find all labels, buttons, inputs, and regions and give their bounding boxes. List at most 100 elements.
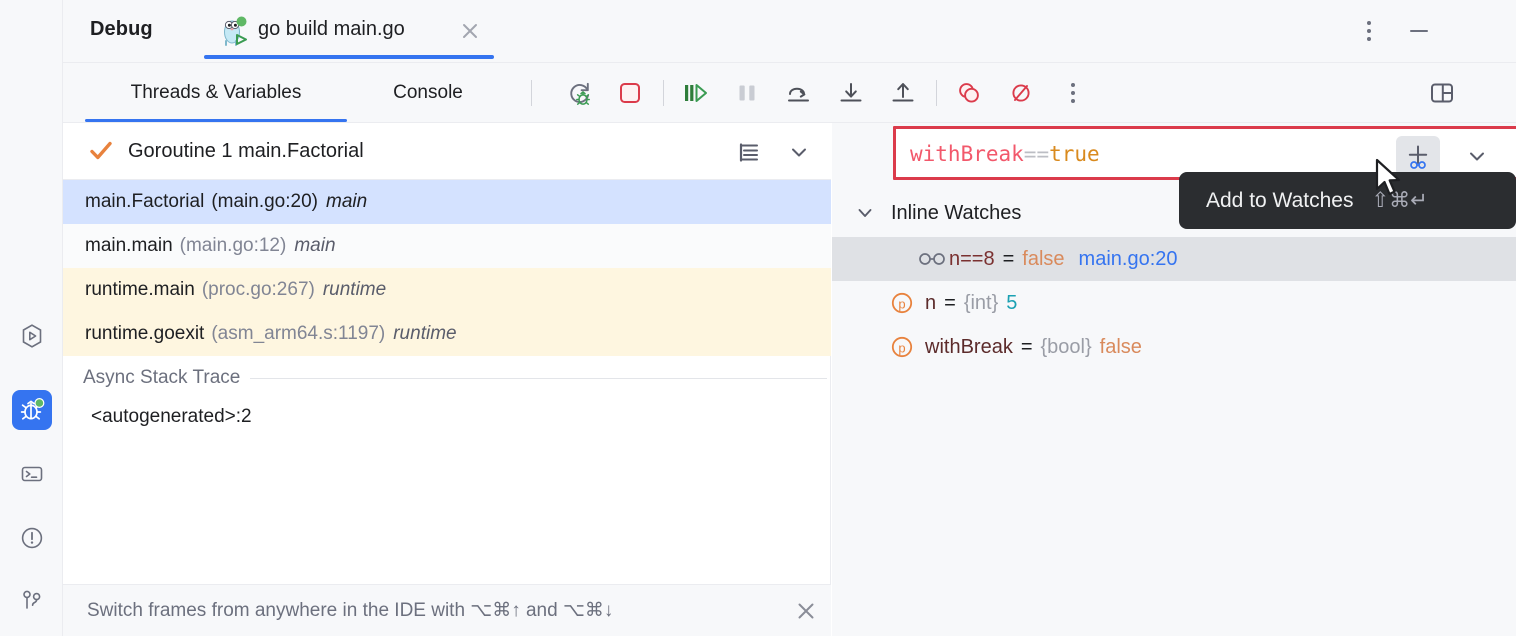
toolbar-divider: [531, 80, 532, 106]
variable-equals: =: [944, 292, 956, 315]
frame-module: runtime: [323, 279, 386, 301]
problems-icon: [19, 525, 45, 551]
goroutine-dropdown-button[interactable]: [785, 138, 813, 166]
tab-threads-and-variables[interactable]: Threads & Variables: [85, 63, 347, 122]
goroutine-header[interactable]: Goroutine 1 main.Factorial: [63, 123, 831, 180]
run-tab-label: go build main.go: [258, 18, 405, 41]
list-item[interactable]: <autogenerated>:2: [63, 397, 831, 437]
pause-icon: [733, 79, 761, 107]
frame-location: (main.go:20): [211, 191, 318, 213]
frame-location: (main.go:12): [180, 235, 287, 257]
frame-function: main.main: [85, 235, 173, 257]
mouse-cursor: [1374, 158, 1406, 200]
layout-settings-button[interactable]: [1425, 76, 1459, 110]
run-configuration-tab[interactable]: go build main.go: [204, 0, 494, 63]
page-title: Debug: [90, 18, 153, 41]
parameter-p-icon: p: [889, 290, 915, 316]
rerun-debug-button[interactable]: [563, 76, 597, 110]
frame-location: (asm_arm64.s:1197): [211, 323, 385, 345]
table-row[interactable]: main.Factorial (main.go:20) main: [63, 180, 831, 224]
resume-button[interactable]: [678, 76, 712, 110]
watch-source-link[interactable]: main.go:20: [1079, 248, 1178, 271]
activity-item-debug[interactable]: [12, 390, 52, 430]
view-breakpoints-button[interactable]: [952, 76, 986, 110]
watch-equals: =: [1003, 248, 1015, 271]
variable-value: 5: [1006, 292, 1017, 315]
minimize-button[interactable]: [1403, 17, 1435, 45]
tab-console[interactable]: Console: [363, 63, 493, 122]
go-gopher-icon: [218, 14, 252, 48]
chevron-down-icon: [786, 139, 812, 165]
frame-module: main: [294, 235, 335, 257]
rerun-debug-icon: [565, 78, 595, 108]
tooltip-label: Add to Watches: [1206, 189, 1353, 213]
variable-type: {bool}: [1041, 336, 1092, 359]
activity-item-run[interactable]: [12, 316, 52, 356]
toolbar-divider: [936, 80, 937, 106]
resume-icon: [680, 78, 710, 108]
hint-text: Switch frames from anywhere in the IDE w…: [87, 599, 613, 622]
close-tab-button[interactable]: [459, 20, 481, 42]
svg-text:p: p: [898, 296, 905, 311]
step-into-icon: [836, 78, 866, 108]
goroutine-label: Goroutine 1 main.Factorial: [128, 140, 364, 163]
toolbar-more-options-button[interactable]: [1056, 76, 1090, 110]
breakpoints-icon: [954, 78, 984, 108]
frame-module: runtime: [393, 323, 456, 345]
table-row[interactable]: runtime.goexit (asm_arm64.s:1197) runtim…: [63, 312, 831, 356]
expression-history-button[interactable]: [1458, 137, 1496, 175]
watch-expression: n==8: [949, 248, 995, 271]
main-panel: Debug go build main.go: [63, 0, 1516, 636]
watch-row[interactable]: n==8 = false main.go:20: [832, 237, 1516, 281]
async-stack-trace-label: Async Stack Trace: [83, 367, 240, 389]
close-hint-button[interactable]: [793, 598, 819, 624]
table-row[interactable]: main.main (main.go:12) main: [63, 224, 831, 268]
close-icon: [459, 20, 481, 42]
align-frames-button[interactable]: [735, 138, 763, 166]
watch-value: false: [1022, 248, 1064, 271]
stop-icon: [617, 80, 643, 106]
more-vertical-icon: [1071, 83, 1075, 103]
expression-token-variable: withBreak: [910, 142, 1024, 166]
watch-row[interactable]: p withBreak = {bool} false: [832, 325, 1516, 369]
checkmark-icon: [88, 138, 114, 164]
step-out-icon: [888, 78, 918, 108]
parameter-p-icon: p: [889, 334, 915, 360]
step-out-button[interactable]: [886, 76, 920, 110]
debug-tool-window: Debug go build main.go: [0, 0, 1516, 636]
debug-bug-icon: [18, 396, 46, 424]
close-icon: [794, 599, 818, 623]
variable-name: withBreak: [925, 336, 1013, 359]
header-more-options-button[interactable]: [1355, 17, 1383, 45]
expression-token-keyword: true: [1049, 142, 1100, 166]
pause-button[interactable]: [730, 76, 764, 110]
chevron-down-icon: [1464, 143, 1490, 169]
add-to-watches-icon: [1401, 139, 1435, 173]
chevron-down-icon: [854, 202, 876, 224]
glasses-icon: [917, 248, 947, 270]
branch-icon: [19, 587, 45, 613]
stop-button[interactable]: [613, 76, 647, 110]
async-stack-trace-separator: Async Stack Trace: [63, 359, 831, 397]
activity-item-terminal[interactable]: [12, 454, 52, 494]
frame-module: main: [326, 191, 367, 213]
table-row[interactable]: runtime.main (proc.go:267) runtime: [63, 268, 831, 312]
async-frame-label: <autogenerated>:2: [91, 406, 252, 428]
frame-function: runtime.goexit: [85, 323, 204, 345]
stack-frames-list[interactable]: main.Factorial (main.go:20) main main.ma…: [63, 180, 831, 356]
mute-breakpoints-button[interactable]: [1004, 76, 1038, 110]
expression-token-operator: ==: [1024, 142, 1049, 166]
hint-bar: Switch frames from anywhere in the IDE w…: [63, 584, 831, 636]
mute-breakpoints-icon: [1006, 78, 1036, 108]
activity-bar: [0, 0, 63, 636]
watch-row[interactable]: p n = {int} 5: [832, 281, 1516, 325]
threads-pane: Goroutine 1 main.Factorial: [63, 123, 831, 636]
toolbar-divider: [663, 80, 664, 106]
activity-item-problems[interactable]: [12, 518, 52, 558]
window-header: Debug go build main.go: [63, 0, 1516, 63]
activity-item-version-control[interactable]: [12, 580, 52, 620]
terminal-icon: [19, 461, 45, 487]
step-into-button[interactable]: [834, 76, 868, 110]
step-over-button[interactable]: [782, 76, 816, 110]
debug-toolbar: Threads & Variables Console: [63, 63, 1516, 123]
